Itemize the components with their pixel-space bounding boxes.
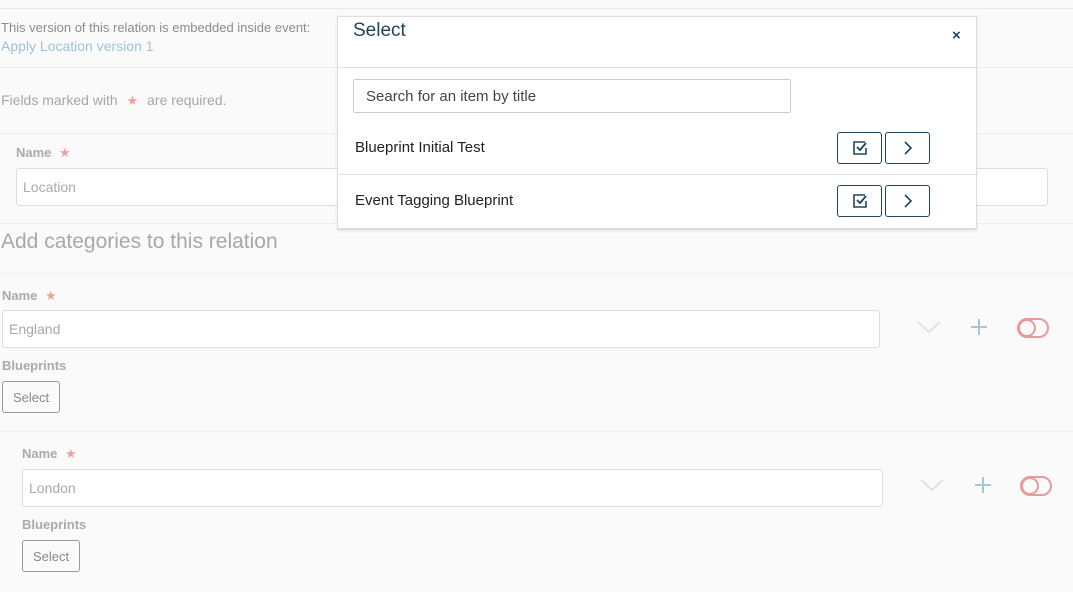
category-name-label-text: Name (2, 288, 38, 303)
category-name-input[interactable] (2, 310, 880, 348)
select-item-button[interactable] (837, 132, 882, 164)
required-note: Fields marked with ★ are required. (1, 92, 227, 109)
relation-name-label-text: Name (16, 145, 52, 160)
toggle-icon[interactable] (1020, 476, 1052, 496)
close-icon[interactable]: × (952, 27, 961, 44)
select-modal: Select × Blueprint Initial Test Event Ta… (337, 16, 977, 230)
select-item-button[interactable] (837, 185, 882, 217)
required-star-icon: ★ (126, 93, 139, 108)
required-note-prefix: Fields marked with (1, 92, 118, 108)
open-item-button[interactable] (885, 185, 930, 217)
required-note-suffix: are required. (147, 92, 227, 108)
category-name-label-text: Name (22, 446, 58, 461)
blueprints-select-button[interactable]: Select (22, 540, 81, 572)
modal-item-title: Blueprint Initial Test (355, 139, 485, 156)
divider (0, 431, 1073, 432)
check-square-icon (852, 141, 867, 155)
toggle-icon[interactable] (1017, 318, 1049, 338)
search-input[interactable] (353, 79, 791, 113)
divider (0, 273, 1073, 274)
check-square-icon (852, 194, 867, 208)
top-divider (0, 0, 1073, 9)
category-name-input[interactable] (22, 469, 883, 507)
chevron-down-icon[interactable] (919, 476, 945, 499)
modal-title: Select (353, 20, 406, 41)
required-star-icon: ★ (65, 446, 77, 461)
category-name-label: Name ★ (22, 446, 77, 462)
chevron-right-icon (903, 141, 912, 155)
embedded-note: This version of this relation is embedde… (1, 20, 311, 35)
required-star-icon: ★ (59, 145, 71, 160)
chevron-down-icon[interactable] (916, 318, 942, 341)
plus-icon[interactable] (973, 475, 993, 500)
required-star-icon: ★ (45, 288, 57, 303)
embedded-event-link[interactable]: Apply Location version 1 (1, 38, 154, 54)
blueprints-select-button[interactable]: Select (2, 381, 61, 413)
categories-title: Add categories to this relation (1, 230, 278, 253)
category-name-label: Name ★ (2, 288, 57, 304)
relation-name-label: Name ★ (16, 145, 71, 161)
blueprints-label: Blueprints (22, 517, 87, 532)
plus-icon[interactable] (969, 317, 989, 342)
open-item-button[interactable] (885, 132, 930, 164)
modal-divider (338, 174, 976, 175)
modal-item-title: Event Tagging Blueprint (355, 192, 514, 209)
blueprints-label: Blueprints (2, 358, 67, 373)
modal-divider (338, 67, 976, 68)
chevron-right-icon (903, 194, 912, 208)
